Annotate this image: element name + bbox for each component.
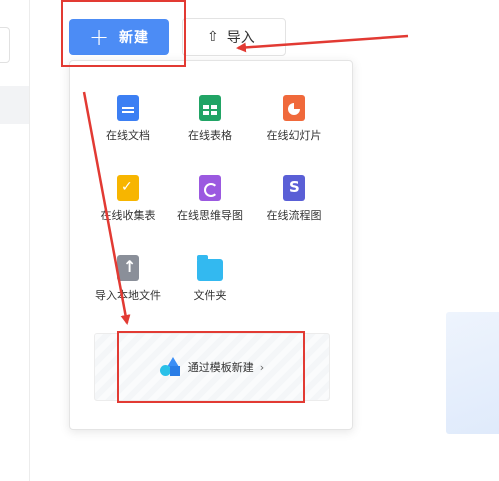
- arrow-to-template: [82, 91, 131, 325]
- screen: ⇧ 导入 + 新建 在线文档 在线表格 在线幻灯片 在线收集表 在线思维导图: [0, 0, 499, 481]
- arrow-to-new-button: [236, 34, 409, 53]
- annotation-arrows: [82, 34, 409, 325]
